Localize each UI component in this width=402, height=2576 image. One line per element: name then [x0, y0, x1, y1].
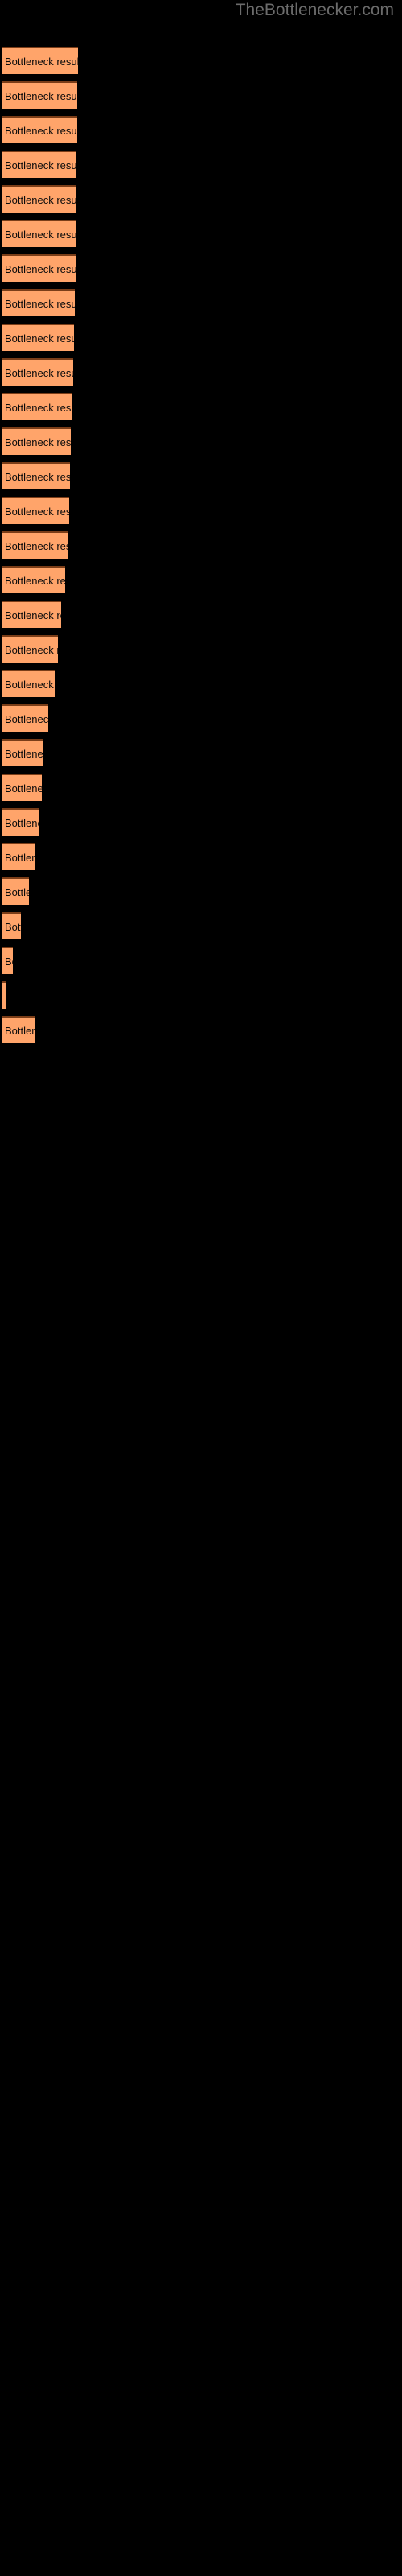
bar-label: Bottleneck result — [5, 471, 70, 483]
bar-3[interactable]: Bottleneck result — [2, 116, 77, 143]
bar-15[interactable]: Bottleneck result — [2, 531, 68, 559]
bar-26[interactable]: Bottleneck result — [2, 912, 21, 939]
bar-label: Bottleneck result — [5, 921, 21, 933]
bar-label: Bottleneck result — [5, 367, 73, 379]
bar-label: Bottleneck result — [5, 575, 65, 587]
bar-label: Bottleneck result — [5, 298, 75, 310]
bar-label: Bottleneck result — [5, 852, 35, 864]
bar-label: Bottleneck result — [5, 90, 77, 102]
bar-9[interactable]: Bottleneck result — [2, 324, 74, 351]
bar-11[interactable]: Bottleneck result — [2, 393, 72, 420]
bar-14[interactable]: Bottleneck result — [2, 497, 69, 524]
bar-18[interactable]: Bottleneck result — [2, 635, 58, 663]
bar-6[interactable]: Bottleneck result — [2, 220, 76, 247]
bar-25[interactable]: Bottleneck result — [2, 877, 29, 905]
bar-10[interactable]: Bottleneck result — [2, 358, 73, 386]
bar-29[interactable]: Bottleneck result — [2, 1016, 35, 1043]
bar-label: Bottleneck result — [5, 644, 58, 656]
bar-8[interactable]: Bottleneck result — [2, 289, 75, 316]
bar-19[interactable]: Bottleneck result — [2, 670, 55, 697]
bar-label: Bottleneck result — [5, 817, 39, 829]
bar-label: Bottleneck result — [5, 263, 76, 275]
bar-28[interactable]: Bottleneck result — [2, 981, 6, 1009]
bar-label: Bottleneck result — [5, 956, 13, 968]
bar-7[interactable]: Bottleneck result — [2, 254, 76, 282]
bar-label: Bottleneck result — [5, 332, 74, 345]
bar-label: Bottleneck result — [5, 229, 76, 241]
bar-label: Bottleneck result — [5, 125, 77, 137]
bar-13[interactable]: Bottleneck result — [2, 462, 70, 489]
bar-17[interactable]: Bottleneck result — [2, 601, 61, 628]
bar-label: Bottleneck result — [5, 990, 6, 1002]
bar-label: Bottleneck result — [5, 1025, 35, 1037]
bar-label: Bottleneck result — [5, 194, 76, 206]
bar-4[interactable]: Bottleneck result — [2, 151, 76, 178]
bar-label: Bottleneck result — [5, 886, 29, 898]
bar-2[interactable]: Bottleneck result — [2, 81, 77, 109]
bar-12[interactable]: Bottleneck result — [2, 427, 71, 455]
bar-label: Bottleneck result — [5, 748, 43, 760]
bar-label: Bottleneck result — [5, 506, 69, 518]
bar-chart-canvas: TheBottlenecker.com Bottleneck result Bot… — [0, 0, 402, 2576]
bar-21[interactable]: Bottleneck result — [2, 739, 43, 766]
bar-16[interactable]: Bottleneck result — [2, 566, 65, 593]
bar-label: Bottleneck result — [5, 436, 71, 448]
bar-label: Bottleneck result — [5, 540, 68, 552]
bar-5[interactable]: Bottleneck result — [2, 185, 76, 213]
bar-label: Bottleneck result — [5, 56, 78, 68]
bar-label: Bottleneck result — [5, 679, 55, 691]
bar-20[interactable]: Bottleneck result — [2, 704, 48, 732]
bar-label: Bottleneck result — [5, 609, 61, 621]
bar-24[interactable]: Bottleneck result — [2, 843, 35, 870]
bar-label: Bottleneck result — [5, 713, 48, 725]
bar-23[interactable]: Bottleneck result — [2, 808, 39, 836]
bar-label: Bottleneck result — [5, 402, 72, 414]
bar-label: Bottleneck result — [5, 782, 42, 795]
bar-27[interactable]: Bottleneck result — [2, 947, 13, 974]
site-watermark: TheBottlenecker.com — [235, 1, 394, 19]
bar-22[interactable]: Bottleneck result — [2, 774, 42, 801]
bar-1[interactable]: Bottleneck result — [2, 47, 78, 74]
bar-label: Bottleneck result — [5, 159, 76, 171]
